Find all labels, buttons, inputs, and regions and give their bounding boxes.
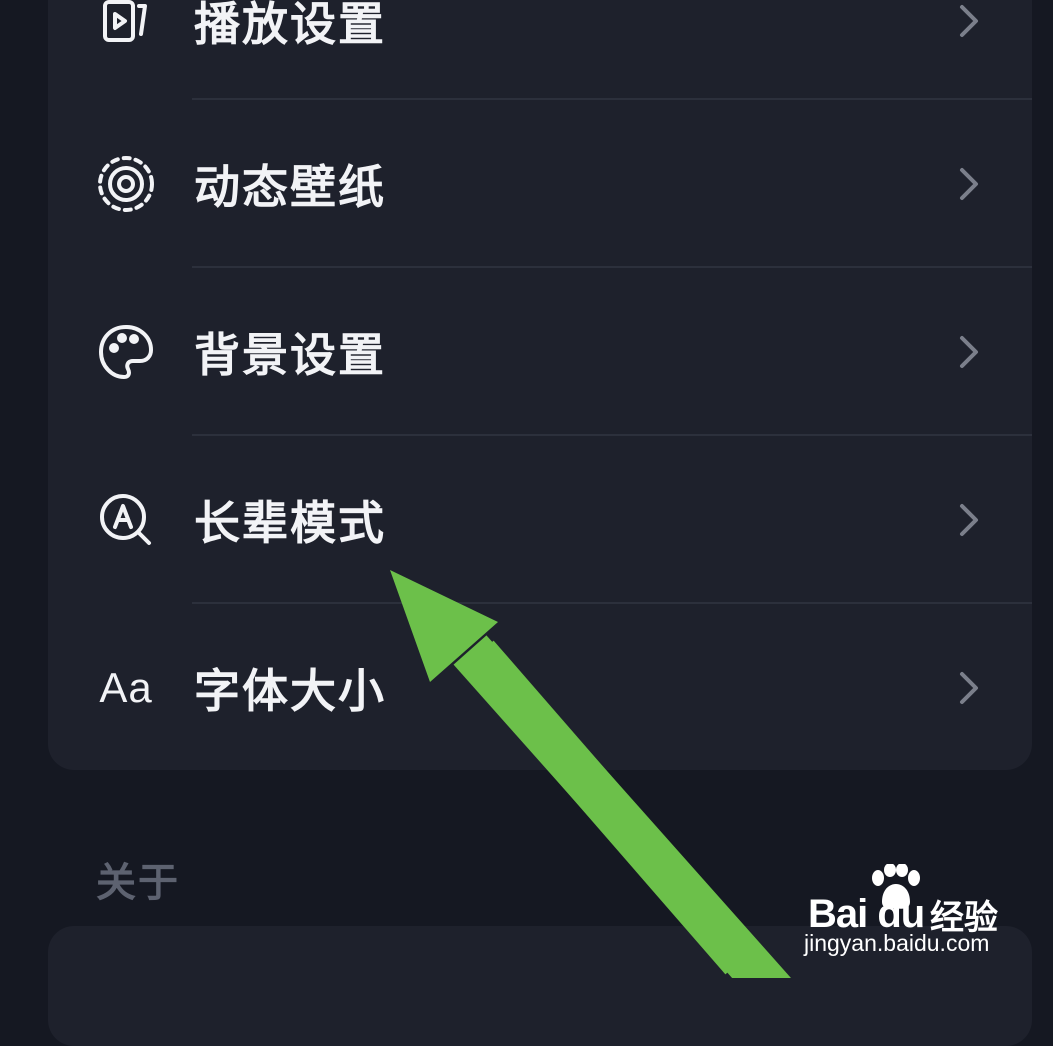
chevron-right-icon: [954, 164, 984, 204]
menu-item-elder-mode[interactable]: 长辈模式: [48, 436, 1032, 604]
menu-item-label: 字体大小: [194, 664, 386, 718]
baidu-jingyan-watermark: Bai du 经验 jingyan.baidu.com: [800, 862, 1015, 962]
dynamic-wallpaper-icon: [96, 154, 156, 214]
menu-item-label: 背景设置: [194, 328, 386, 382]
font-size-icon-text: Aa: [99, 664, 153, 711]
menu-item-background-settings[interactable]: 背景设置: [48, 268, 1032, 436]
menu-item-dynamic-wallpaper[interactable]: 动态壁纸: [48, 100, 1032, 268]
menu-item-label: 动态壁纸: [194, 160, 386, 214]
chevron-right-icon: [954, 1, 984, 41]
elder-mode-icon: [96, 490, 156, 550]
menu-item-play-settings[interactable]: 播放设置: [48, 0, 1032, 105]
palette-icon: [96, 322, 156, 382]
menu-item-label: 长辈模式: [194, 496, 386, 550]
chevron-right-icon: [954, 500, 984, 540]
menu-item-label: 播放设置: [194, 0, 386, 51]
chevron-right-icon: [954, 668, 984, 708]
watermark-url: jingyan.baidu.com: [804, 930, 990, 956]
play-settings-icon: [96, 0, 156, 51]
chevron-right-icon: [954, 332, 984, 372]
font-size-icon: Aa: [96, 658, 156, 718]
section-title-about: 关于: [96, 860, 180, 906]
menu-item-font-size[interactable]: Aa 字体大小: [48, 604, 1032, 772]
